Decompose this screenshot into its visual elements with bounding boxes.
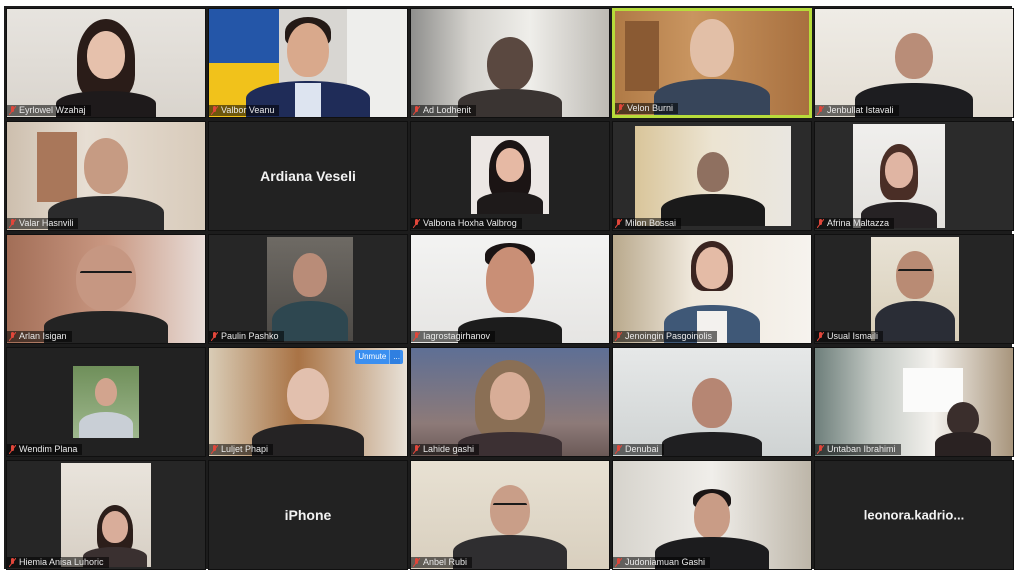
participant-tile-camera-off[interactable]: leonora.kadrio... xyxy=(814,460,1014,570)
participant-name: Velon Burni xyxy=(627,103,674,113)
muted-mic-icon xyxy=(615,219,622,228)
participant-tile[interactable]: Judoniamuan Gashi xyxy=(612,460,812,570)
participant-name-tag: Jenoingin Pasgoinolis xyxy=(613,331,718,342)
muted-mic-icon xyxy=(817,219,824,228)
participant-tile[interactable]: Paulin Pashko xyxy=(208,234,408,344)
participant-name-tag: Denubai xyxy=(613,444,664,455)
participant-name-tag: Luljet Phapi xyxy=(209,444,274,455)
muted-mic-icon xyxy=(413,106,420,115)
participant-tile-camera-off[interactable]: iPhone xyxy=(208,460,408,570)
participant-name: Lahide gashi xyxy=(423,444,475,454)
participant-name: Untaban Ibrahimi xyxy=(827,444,896,454)
participant-tile[interactable]: Arlan Isigan xyxy=(6,234,206,344)
more-options-button[interactable]: ... xyxy=(389,350,400,364)
participant-name-tag: Anbel Rubi xyxy=(411,557,473,568)
participant-tile-active-speaker[interactable]: Velon Burni xyxy=(612,8,812,118)
participant-name: Usual Ismaili xyxy=(827,331,879,341)
unmute-badge-label: Unmute xyxy=(358,352,387,361)
participant-grid: Eyrlowel Wzahaj Valbor Veanu Ad Lodhenit… xyxy=(6,8,1014,570)
muted-mic-icon xyxy=(211,445,218,454)
participant-name-tag: Eyrlowel Wzahaj xyxy=(7,105,91,116)
participant-name: Valbor Veanu xyxy=(221,105,275,115)
participant-name-tag: Untaban Ibrahimi xyxy=(815,444,901,455)
participant-tile[interactable]: Valar Hasnvili xyxy=(6,121,206,231)
participant-display-name: leonora.kadrio... xyxy=(863,507,965,523)
muted-mic-icon xyxy=(9,558,16,567)
participant-tile[interactable]: Unmute ... Luljet Phapi xyxy=(208,347,408,457)
participant-name-tag: Valbor Veanu xyxy=(209,105,280,116)
participant-name-tag: Valbona Hoxha Valbrog xyxy=(411,218,522,229)
participant-tile[interactable]: Iagrostagirhanov xyxy=(410,234,610,344)
participant-tile[interactable]: Lahide gashi xyxy=(410,347,610,457)
participant-tile[interactable]: Ad Lodhenit xyxy=(410,8,610,118)
participant-tile[interactable]: Jenoingin Pasgoinolis xyxy=(612,234,812,344)
participant-tile[interactable]: Eyrlowel Wzahaj xyxy=(6,8,206,118)
participant-tile[interactable]: Hiemia Anisa Luhoric xyxy=(6,460,206,570)
muted-mic-icon xyxy=(413,219,420,228)
participant-name: Jenbullat Istavali xyxy=(827,105,894,115)
participant-name: Anbel Rubi xyxy=(423,557,468,567)
muted-mic-icon xyxy=(413,445,420,454)
muted-mic-icon xyxy=(617,104,624,113)
participant-name-tag: Valar Hasnvili xyxy=(7,218,79,229)
gallery-view: Eyrlowel Wzahaj Valbor Veanu Ad Lodhenit… xyxy=(4,6,1014,570)
participant-name-tag: Jenbullat Istavali xyxy=(815,105,899,116)
participant-name: Luljet Phapi xyxy=(221,444,269,454)
participant-display-name: Ardiana Veseli xyxy=(260,168,356,184)
participant-name: Judoniamuan Gashi xyxy=(625,557,706,567)
muted-mic-icon xyxy=(817,445,824,454)
participant-name-tag: Lahide gashi xyxy=(411,444,480,455)
muted-mic-icon xyxy=(9,445,16,454)
participant-display-name: iPhone xyxy=(284,507,332,523)
participant-name: Hiemia Anisa Luhoric xyxy=(19,557,104,567)
participant-name-tag: Velon Burni xyxy=(615,103,679,114)
participant-tile[interactable]: Milon Bossai xyxy=(612,121,812,231)
participant-name-tag: Afrina Maltazza xyxy=(815,218,895,229)
muted-mic-icon xyxy=(615,558,622,567)
participant-tile[interactable]: Anbel Rubi xyxy=(410,460,610,570)
participant-name: Paulin Pashko xyxy=(221,331,279,341)
participant-name: Valbona Hoxha Valbrog xyxy=(423,218,517,228)
muted-mic-icon xyxy=(615,332,622,341)
participant-name-tag: Judoniamuan Gashi xyxy=(613,557,711,568)
participant-name: Jenoingin Pasgoinolis xyxy=(625,331,713,341)
participant-name-tag: Milon Bossai xyxy=(613,218,682,229)
muted-mic-icon xyxy=(817,106,824,115)
muted-mic-icon xyxy=(9,219,16,228)
participant-name-tag: Usual Ismaili xyxy=(815,331,884,342)
unmute-badge[interactable]: Unmute ... xyxy=(355,350,403,364)
muted-mic-icon xyxy=(413,332,420,341)
participant-name: Valar Hasnvili xyxy=(19,218,74,228)
participant-tile[interactable]: Untaban Ibrahimi xyxy=(814,347,1014,457)
participant-name: Wendim Plana xyxy=(19,444,78,454)
participant-name: Afrina Maltazza xyxy=(827,218,890,228)
participant-name: Milon Bossai xyxy=(625,218,677,228)
participant-tile[interactable]: Usual Ismaili xyxy=(814,234,1014,344)
participant-tile[interactable]: Denubai xyxy=(612,347,812,457)
participant-name: Iagrostagirhanov xyxy=(423,331,491,341)
participant-name: Ad Lodhenit xyxy=(423,105,472,115)
participant-tile[interactable]: Afrina Maltazza xyxy=(814,121,1014,231)
participant-name-tag: Iagrostagirhanov xyxy=(411,331,496,342)
participant-tile[interactable]: Jenbullat Istavali xyxy=(814,8,1014,118)
participant-name-tag: Wendim Plana xyxy=(7,444,83,455)
muted-mic-icon xyxy=(211,106,218,115)
muted-mic-icon xyxy=(9,106,16,115)
muted-mic-icon xyxy=(413,558,420,567)
participant-name-tag: Hiemia Anisa Luhoric xyxy=(7,557,109,568)
participant-name-tag: Arlan Isigan xyxy=(7,331,72,342)
participant-tile[interactable]: Valbor Veanu xyxy=(208,8,408,118)
participant-name-tag: Paulin Pashko xyxy=(209,331,284,342)
participant-name: Denubai xyxy=(625,444,659,454)
participant-name: Arlan Isigan xyxy=(19,331,67,341)
participant-tile-camera-off[interactable]: Ardiana Veseli xyxy=(208,121,408,231)
muted-mic-icon xyxy=(615,445,622,454)
participant-tile[interactable]: Valbona Hoxha Valbrog xyxy=(410,121,610,231)
participant-name: Eyrlowel Wzahaj xyxy=(19,105,86,115)
muted-mic-icon xyxy=(9,332,16,341)
muted-mic-icon xyxy=(817,332,824,341)
muted-mic-icon xyxy=(211,332,218,341)
participant-name-tag: Ad Lodhenit xyxy=(411,105,477,116)
participant-tile[interactable]: Wendim Plana xyxy=(6,347,206,457)
